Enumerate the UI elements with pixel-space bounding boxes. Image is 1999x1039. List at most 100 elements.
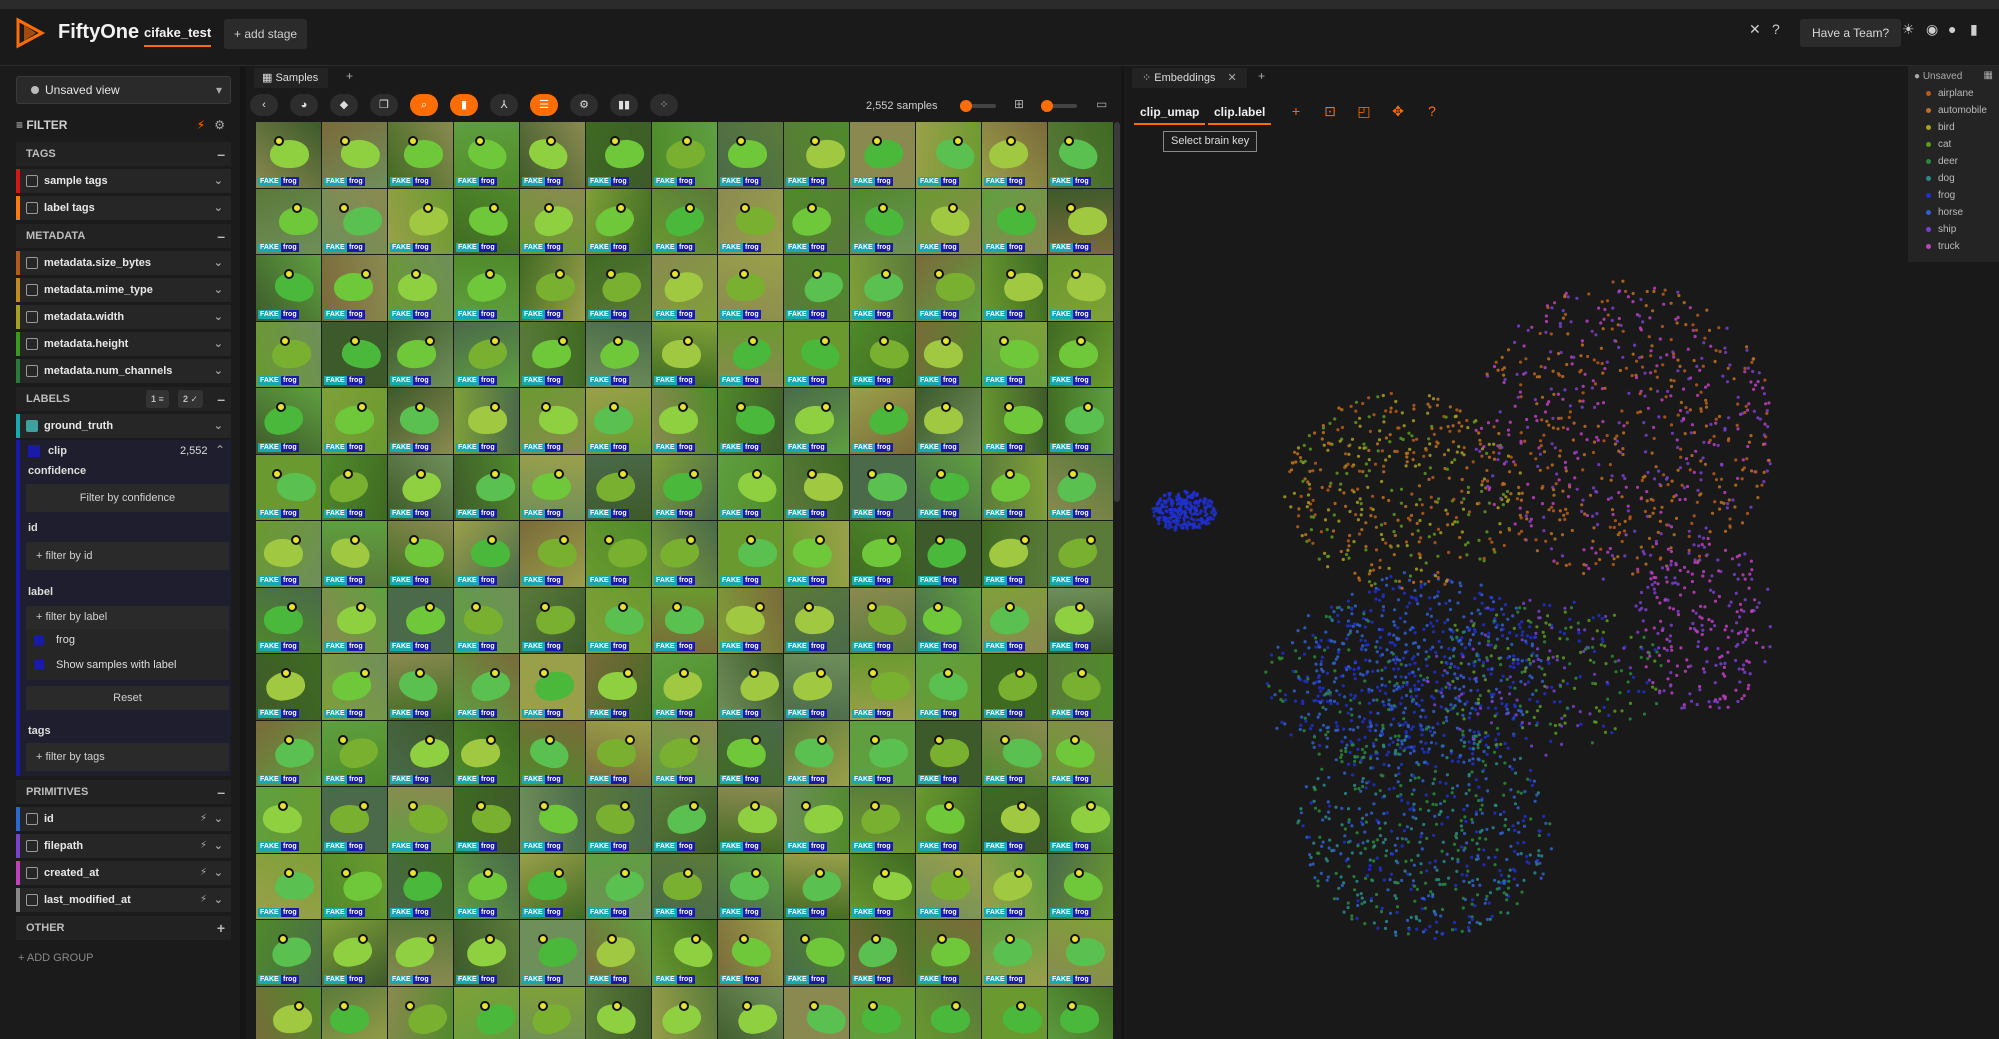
grid-view-icon[interactable]: ⊞	[1014, 97, 1024, 111]
embedding-point[interactable]	[1441, 673, 1445, 678]
embedding-point[interactable]	[1506, 911, 1510, 915]
sample-thumbnail[interactable]: FAKEfrog	[916, 188, 981, 254]
embedding-point[interactable]	[1547, 508, 1551, 512]
embedding-point[interactable]	[1478, 449, 1482, 453]
embedding-point[interactable]	[1539, 444, 1543, 448]
embedding-point[interactable]	[1396, 766, 1401, 770]
embedding-point[interactable]	[1358, 701, 1362, 705]
embedding-point[interactable]	[1525, 517, 1529, 521]
embedding-point[interactable]	[1564, 291, 1568, 295]
embedding-point[interactable]	[1374, 586, 1378, 590]
embedding-point[interactable]	[1364, 820, 1368, 824]
embedding-point[interactable]	[1519, 791, 1523, 795]
embedding-point[interactable]	[1436, 590, 1440, 594]
embedding-point[interactable]	[1316, 851, 1320, 855]
embedding-point[interactable]	[1347, 840, 1351, 844]
embedding-point[interactable]	[1669, 378, 1673, 382]
embedding-point[interactable]	[1587, 566, 1591, 571]
sample-thumbnail[interactable]: FAKEfrog	[850, 388, 915, 454]
embedding-point[interactable]	[1540, 395, 1545, 399]
embedding-point[interactable]	[1346, 711, 1350, 715]
embedding-point[interactable]	[1323, 551, 1327, 555]
embedding-point[interactable]	[1346, 605, 1351, 609]
sample-thumbnail[interactable]: FAKEfrog	[652, 587, 717, 653]
embedding-point[interactable]	[1750, 568, 1754, 572]
embedding-point[interactable]	[1476, 688, 1480, 693]
embedding-point[interactable]	[1580, 503, 1584, 507]
embedding-point[interactable]	[1203, 513, 1208, 517]
embedding-point[interactable]	[1502, 373, 1506, 377]
embedding-point[interactable]	[1373, 582, 1377, 586]
embedding-point[interactable]	[1334, 721, 1338, 725]
embedding-point[interactable]	[1492, 750, 1497, 754]
embedding-point[interactable]	[1420, 733, 1424, 737]
embedding-point[interactable]	[1452, 795, 1457, 799]
embedding-point[interactable]	[1473, 596, 1477, 600]
embedding-point[interactable]	[1637, 356, 1641, 360]
embedding-point[interactable]	[1492, 425, 1496, 429]
embedding-point[interactable]	[1736, 577, 1740, 581]
sample-thumbnail[interactable]: FAKEfrog	[850, 853, 915, 919]
embedding-point[interactable]	[1398, 823, 1402, 827]
embedding-point[interactable]	[1629, 672, 1633, 676]
embedding-point[interactable]	[1515, 698, 1519, 702]
embedding-point[interactable]	[1576, 724, 1580, 728]
embedding-point[interactable]	[1516, 395, 1520, 399]
embedding-point[interactable]	[1442, 859, 1446, 864]
embedding-point[interactable]	[1361, 616, 1366, 621]
embedding-point[interactable]	[1305, 505, 1309, 509]
embedding-point[interactable]	[1374, 792, 1378, 796]
embedding-point[interactable]	[1516, 852, 1520, 856]
embedding-point[interactable]	[1583, 372, 1587, 376]
embedding-point[interactable]	[1439, 691, 1443, 695]
embedding-point[interactable]	[1434, 741, 1438, 745]
embedding-point[interactable]	[1534, 688, 1538, 693]
embedding-point[interactable]	[1435, 680, 1439, 684]
embedding-point[interactable]	[1762, 470, 1766, 474]
embedding-point[interactable]	[1388, 680, 1392, 684]
embedding-point[interactable]	[1472, 670, 1476, 674]
embedding-point[interactable]	[1743, 638, 1747, 642]
embedding-point[interactable]	[1424, 928, 1428, 932]
embedding-point[interactable]	[1611, 306, 1615, 310]
embedding-point[interactable]	[1451, 522, 1455, 526]
embedding-point[interactable]	[1512, 626, 1516, 630]
embedding-point[interactable]	[1380, 732, 1384, 736]
embedding-point[interactable]	[1665, 580, 1669, 584]
embedding-point[interactable]	[1494, 687, 1499, 691]
sample-thumbnail[interactable]: FAKEfrog	[850, 587, 915, 653]
embedding-point[interactable]	[1480, 798, 1484, 802]
embedding-point[interactable]	[1606, 682, 1610, 686]
embedding-point[interactable]	[1688, 626, 1692, 631]
sample-thumbnail[interactable]: FAKEfrog	[982, 388, 1047, 454]
embedding-point[interactable]	[1467, 513, 1471, 517]
embedding-point[interactable]	[1456, 860, 1460, 864]
embedding-point[interactable]	[1497, 880, 1501, 884]
embedding-point[interactable]	[1431, 630, 1436, 634]
sidebar-toggle-icon[interactable]: ▭	[1096, 97, 1107, 111]
embedding-point[interactable]	[1594, 333, 1598, 337]
sample-thumbnail[interactable]: FAKEfrog	[256, 920, 321, 986]
embedding-point[interactable]	[1655, 595, 1659, 600]
embedding-point[interactable]	[1506, 656, 1510, 660]
embedding-point[interactable]	[1429, 890, 1433, 894]
embedding-point[interactable]	[1741, 667, 1745, 671]
embedding-point[interactable]	[1497, 431, 1501, 436]
embedding-point[interactable]	[1692, 358, 1696, 363]
embedding-point[interactable]	[1496, 458, 1500, 462]
embedding-point[interactable]	[1444, 579, 1449, 583]
embedding-point[interactable]	[1435, 930, 1439, 934]
embedding-point[interactable]	[1507, 528, 1512, 532]
embedding-point[interactable]	[1467, 510, 1472, 514]
embedding-point[interactable]	[1280, 720, 1284, 724]
embedding-point[interactable]	[1461, 630, 1465, 634]
embedding-point[interactable]	[1662, 302, 1666, 306]
embedding-point[interactable]	[1335, 689, 1339, 693]
embedding-point[interactable]	[1490, 667, 1494, 671]
embedding-point[interactable]	[1534, 538, 1538, 542]
embedding-point[interactable]	[1462, 740, 1467, 745]
embedding-point[interactable]	[1356, 487, 1360, 491]
embedding-point[interactable]	[1527, 721, 1531, 726]
embedding-point[interactable]	[1174, 514, 1178, 518]
embedding-point[interactable]	[1580, 509, 1584, 513]
